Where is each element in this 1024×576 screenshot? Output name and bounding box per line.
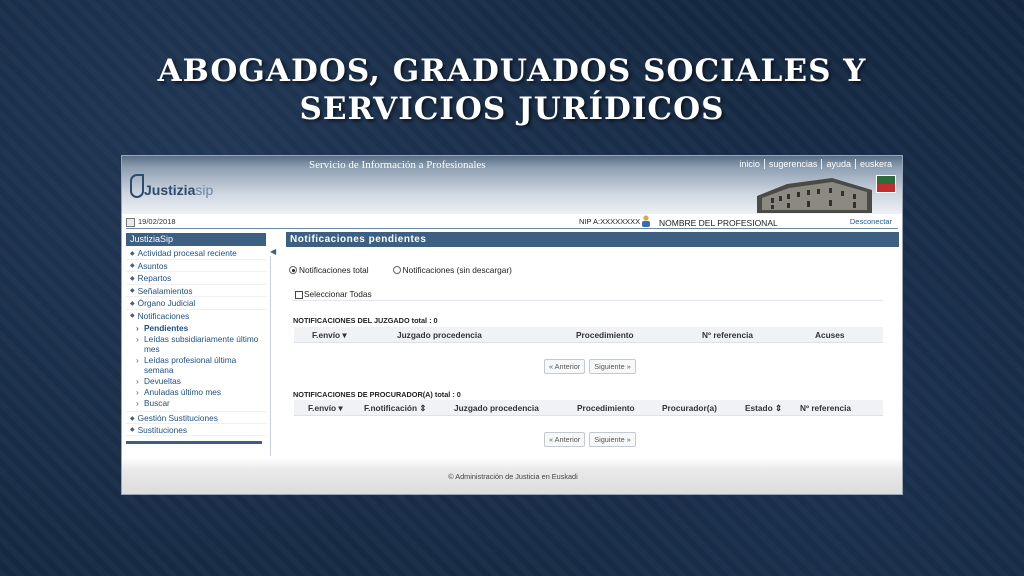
bullet-icon: ◆ bbox=[130, 263, 135, 270]
submenu-item-devueltas[interactable]: › Devueltas bbox=[136, 375, 266, 386]
bullet-icon: ◆ bbox=[130, 313, 135, 320]
chevron-right-icon: › bbox=[136, 398, 139, 408]
bullet-icon: ◆ bbox=[130, 288, 135, 295]
col-juzgado-procedencia: Juzgado procedencia bbox=[397, 330, 482, 340]
app-header: Servicio de Información a Profesionales … bbox=[122, 156, 902, 214]
header-links: inicio sugerencias ayuda euskera bbox=[735, 159, 896, 169]
select-all-checkbox[interactable] bbox=[295, 290, 303, 299]
bullet-icon: ◆ bbox=[130, 415, 135, 422]
submenu-item-anuladas[interactable]: › Anuladas último mes bbox=[136, 386, 266, 397]
procurador-section-title: NOTIFICACIONES DE PROCURADOR(A) total : … bbox=[293, 390, 461, 399]
sidebar-item-gestion-sustituciones[interactable]: ◆ Gestión Sustituciones bbox=[126, 411, 266, 424]
sidebar-item-senalamientos[interactable]: ◆ Señalamientos bbox=[126, 285, 266, 297]
notificaciones-submenu: › Pendientes › Leídas subsidiariamente últ… bbox=[126, 322, 266, 411]
prev-page-button[interactable]: « Anterior bbox=[544, 432, 586, 447]
sidebar-item-repartos[interactable]: ◆ Repartos bbox=[126, 272, 266, 285]
col-f-envio[interactable]: F.envío ▾ bbox=[308, 403, 343, 413]
slide-title: ABOGADOS, GRADUADOS SOCIALES Y SERVICIOS… bbox=[0, 52, 1024, 128]
col-n-referencia: Nº referencia bbox=[800, 403, 851, 413]
app-screenshot: Servicio de Información a Profesionales … bbox=[121, 155, 903, 495]
calendar-icon bbox=[126, 217, 135, 227]
logo-text-sip: sip bbox=[195, 182, 214, 198]
link-inicio[interactable]: inicio bbox=[735, 159, 764, 169]
basque-government-crest bbox=[876, 175, 896, 193]
prev-page-button[interactable]: « Anterior bbox=[544, 359, 586, 374]
chevron-right-icon: › bbox=[136, 376, 139, 386]
juzgado-section-title: NOTIFICACIONES DEL JUZGADO total : 0 bbox=[293, 316, 438, 325]
justiziasip-logo[interactable]: Justiziasip bbox=[130, 174, 214, 200]
slide-title-line-2: SERVICIOS JURÍDICOS bbox=[299, 91, 725, 127]
procurador-pager: « Anterior Siguiente » bbox=[544, 432, 640, 447]
copyright-text: © Administración de Justicia en Euskadi bbox=[448, 472, 578, 481]
sidebar-footer-bar bbox=[126, 441, 262, 444]
link-sugerencias[interactable]: sugerencias bbox=[763, 159, 822, 169]
chevron-right-icon: › bbox=[136, 355, 139, 365]
col-procedimiento: Procedimiento bbox=[577, 403, 635, 413]
user-icon bbox=[642, 215, 650, 227]
col-acuses: Acuses bbox=[815, 330, 845, 340]
col-juzgado-procedencia: Juzgado procedencia bbox=[454, 403, 539, 413]
sidebar-item-organo-judicial[interactable]: ◆ Órgano Judicial bbox=[126, 297, 266, 310]
link-ayuda[interactable]: ayuda bbox=[821, 159, 855, 169]
date-text: 19/02/2018 bbox=[138, 217, 176, 226]
select-all: Seleccionar Todas bbox=[295, 289, 372, 299]
logo-text-justizia: Justizia bbox=[144, 182, 196, 198]
link-euskera[interactable]: euskera bbox=[854, 159, 896, 169]
col-estado[interactable]: Estado ⇕ bbox=[745, 403, 782, 413]
table-divider bbox=[294, 415, 883, 416]
sidebar-item-asuntos[interactable]: ◆ Asuntos bbox=[126, 260, 266, 272]
col-procedimiento: Procedimiento bbox=[576, 330, 634, 340]
sidebar-title: JustiziaSip bbox=[126, 233, 266, 246]
bullet-icon: ◆ bbox=[130, 250, 135, 257]
chevron-right-icon: › bbox=[136, 323, 139, 333]
radio-sin-label: Notificaciones (sin descargar) bbox=[402, 265, 512, 275]
submenu-item-buscar[interactable]: › Buscar bbox=[136, 397, 266, 411]
divider bbox=[292, 300, 883, 301]
current-date: 19/02/2018 bbox=[126, 217, 176, 227]
sidebar-item-actividad[interactable]: ◆ Actividad procesal reciente bbox=[126, 247, 266, 260]
sidebar-divider bbox=[270, 256, 271, 456]
filter-radio-group: Notificaciones total Notificaciones (sin… bbox=[289, 265, 512, 275]
logo-mark-icon bbox=[130, 174, 144, 198]
bullet-icon: ◆ bbox=[130, 300, 135, 307]
professional-name: NOMBRE DEL PROFESIONAL bbox=[659, 218, 778, 228]
service-title: Servicio de Información a Profesionales bbox=[309, 159, 486, 171]
divider bbox=[126, 228, 898, 229]
next-page-button[interactable]: Siguiente » bbox=[589, 432, 636, 447]
radio-total-label: Notificaciones total bbox=[299, 265, 369, 275]
col-procurador: Procurador(a) bbox=[662, 403, 717, 413]
sidebar-item-sustituciones[interactable]: ◆ Sustituciones bbox=[126, 424, 266, 436]
page-title: Notificaciones pendientes bbox=[286, 232, 899, 247]
procurador-table-header: F.envío ▾ F.notificación ⇕ Juzgado proce… bbox=[294, 400, 883, 415]
submenu-item-leidas-subsidiariamente[interactable]: › Leídas subsidiariamente último mes bbox=[136, 333, 266, 354]
sidebar-nav: ◆ Actividad procesal reciente ◆ Asuntos ◆ R… bbox=[126, 247, 266, 436]
select-all-label: Seleccionar Todas bbox=[304, 289, 372, 299]
sidebar-item-notificaciones[interactable]: ◆ Notificaciones bbox=[126, 310, 266, 323]
nip-label: NIP A:XXXXXXXX bbox=[579, 217, 641, 226]
logout-link[interactable]: Desconectar bbox=[850, 217, 892, 226]
courthouse-building-image bbox=[757, 178, 872, 213]
radio-sin-descargar[interactable] bbox=[392, 266, 401, 274]
chevron-right-icon: › bbox=[136, 387, 139, 397]
col-n-referencia: Nº referencia bbox=[702, 330, 753, 340]
next-page-button[interactable]: Siguiente » bbox=[589, 359, 636, 374]
col-f-envio[interactable]: F.envío ▾ bbox=[312, 330, 347, 340]
collapse-sidebar-icon[interactable]: ◀ bbox=[270, 247, 276, 256]
chevron-right-icon: › bbox=[136, 334, 139, 344]
bullet-icon: ◆ bbox=[130, 427, 135, 434]
radio-notificaciones-total[interactable] bbox=[289, 266, 297, 274]
slide-title-line-1: ABOGADOS, GRADUADOS SOCIALES Y bbox=[157, 53, 867, 89]
table-divider bbox=[294, 342, 883, 343]
submenu-item-leidas-profesional[interactable]: › Leídas profesional última semana bbox=[136, 354, 266, 375]
col-f-notificacion[interactable]: F.notificación ⇕ bbox=[364, 403, 426, 413]
submenu-item-pendientes[interactable]: › Pendientes bbox=[136, 322, 266, 333]
juzgado-table-header: F.envío ▾ Juzgado procedencia Procedimie… bbox=[294, 327, 883, 342]
bullet-icon: ◆ bbox=[130, 275, 135, 282]
juzgado-pager: « Anterior Siguiente » bbox=[544, 359, 640, 374]
